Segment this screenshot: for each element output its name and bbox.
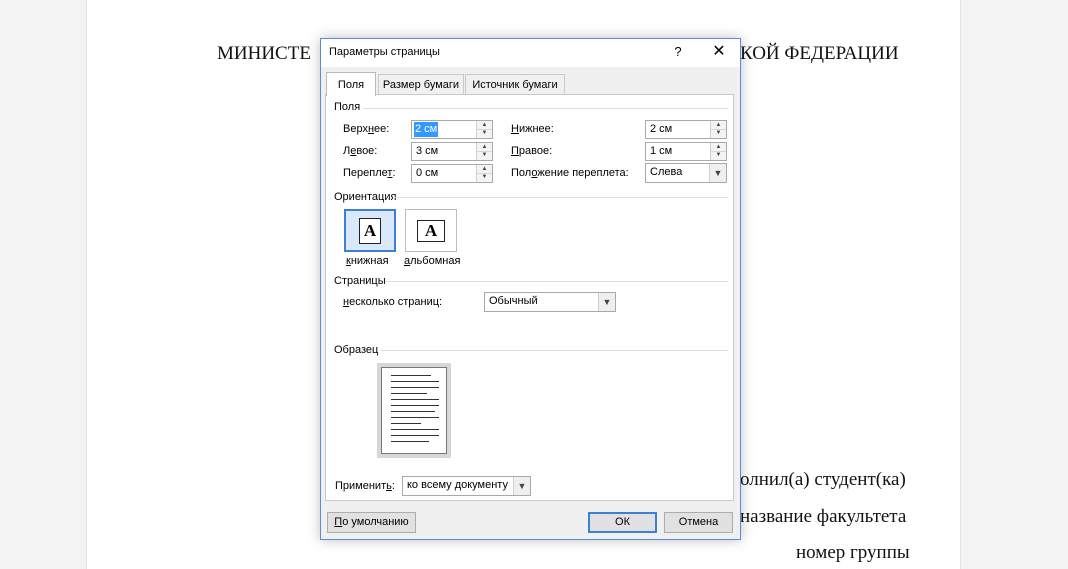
gutter-position-label: Положение переплета: [511, 167, 629, 179]
spin-down-icon[interactable]: ▼ [711, 151, 726, 159]
right-margin-label: Правое: [511, 145, 553, 157]
doc-line-faculty: название факультета [740, 506, 907, 527]
gutter-value[interactable]: 0 см [416, 166, 438, 181]
portrait-page-icon: A [359, 217, 381, 244]
spin-down-icon[interactable]: ▼ [477, 129, 492, 137]
landscape-page-icon: A [417, 219, 445, 242]
set-as-default-button[interactable]: По умолчанию [327, 512, 416, 533]
multiple-pages-value: Обычный [489, 295, 538, 307]
doc-line-student: олнил(а) студент(ка) [740, 469, 906, 490]
landscape-option[interactable]: A [405, 209, 457, 252]
right-margin-value[interactable]: 1 см [650, 144, 672, 159]
help-icon[interactable]: ? [671, 42, 685, 62]
chevron-down-icon[interactable]: ▼ [598, 293, 615, 311]
doc-line-group: номер группы [796, 542, 910, 563]
chevron-down-icon[interactable]: ▼ [513, 477, 530, 495]
doc-line-ministry: МИНИСТЕ [217, 43, 311, 64]
close-icon[interactable]: ✕ [711, 42, 727, 62]
dialog-title: Параметры страницы [329, 46, 440, 58]
apply-label: Применить: [335, 480, 395, 492]
spin-down-icon[interactable]: ▼ [477, 173, 492, 181]
left-margin-value[interactable]: 3 см [416, 144, 438, 159]
sample-section-title: Образец [334, 344, 379, 356]
bottom-margin-stepper[interactable]: 2 см ▲ ▼ [645, 120, 727, 139]
top-margin-value[interactable]: 2 см [414, 122, 439, 137]
ok-button[interactable]: ОК [588, 512, 657, 533]
cancel-button[interactable]: Отмена [664, 512, 733, 533]
margins-section-title: Поля [334, 101, 361, 113]
landscape-label: альбомная [404, 255, 461, 267]
multiple-pages-select[interactable]: Обычный ▼ [484, 292, 616, 312]
top-margin-stepper[interactable]: 2 см ▲ ▼ [411, 120, 493, 139]
tab-paper-size[interactable]: Размер бумаги [378, 74, 464, 95]
chevron-down-icon[interactable]: ▼ [709, 164, 726, 182]
right-margin-stepper[interactable]: 1 см ▲ ▼ [645, 142, 727, 161]
sample-divider [381, 350, 728, 351]
portrait-option[interactable]: A [344, 209, 396, 252]
apply-to-select[interactable]: ко всему документу ▼ [402, 476, 531, 496]
top-margin-label: Верхнее: [343, 123, 390, 135]
apply-to-value: ко всему документу [407, 479, 508, 491]
left-margin-label: Левое: [343, 145, 378, 157]
pages-section-title: Страницы [334, 275, 386, 287]
gutter-stepper[interactable]: 0 см ▲ ▼ [411, 164, 493, 183]
bottom-margin-value[interactable]: 2 см [650, 122, 672, 137]
sample-preview [377, 363, 451, 458]
margins-divider [363, 108, 728, 109]
page-setup-dialog: Параметры страницы ? ✕ Поля Размер бумаг… [320, 38, 741, 540]
preview-page [381, 367, 447, 454]
doc-line-federation: КОЙ ФЕДЕРАЦИИ [740, 43, 899, 64]
gutter-position-select[interactable]: Слева ▼ [645, 163, 727, 183]
gutter-position-value: Слева [650, 166, 683, 178]
spin-down-icon[interactable]: ▼ [477, 151, 492, 159]
left-margin-stepper[interactable]: 3 см ▲ ▼ [411, 142, 493, 161]
pages-divider [385, 281, 728, 282]
dialog-titlebar[interactable]: Параметры страницы ? ✕ [321, 39, 740, 67]
gutter-label: Переплет: [343, 167, 396, 179]
bottom-margin-label: Нижнее: [511, 123, 554, 135]
tab-paper-source[interactable]: Источник бумаги [465, 74, 565, 95]
spin-down-icon[interactable]: ▼ [711, 129, 726, 137]
orientation-section-title: Ориентация [334, 191, 397, 203]
multiple-pages-label: несколько страниц: [343, 296, 443, 308]
portrait-label: книжная [346, 255, 389, 267]
tab-margins[interactable]: Поля [326, 72, 376, 96]
orientation-divider [393, 197, 728, 198]
